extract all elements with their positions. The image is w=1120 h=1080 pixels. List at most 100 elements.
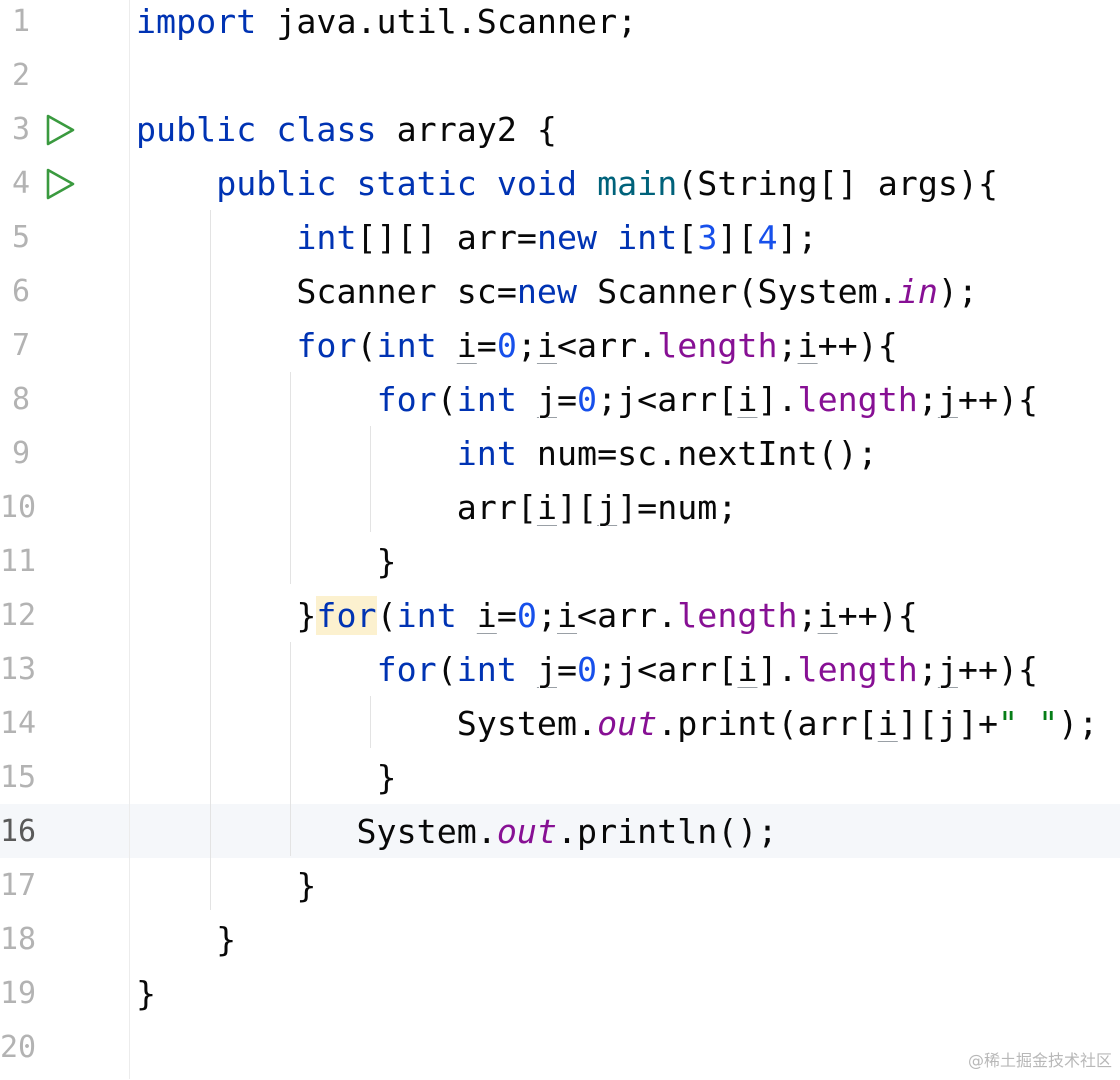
- code-line[interactable]: }: [136, 756, 397, 810]
- code-token: .println();: [556, 812, 778, 851]
- code-token: length: [677, 596, 798, 635]
- code-token: in: [897, 272, 938, 311]
- code-token: 4: [757, 218, 778, 257]
- line-number: 19: [0, 976, 37, 1011]
- code-token: static: [356, 164, 477, 203]
- code-token: i: [456, 326, 477, 365]
- code-line[interactable]: Scanner sc=new Scanner(System.in);: [136, 270, 978, 324]
- code-token: length: [657, 326, 778, 365]
- code-token: ;: [597, 380, 618, 419]
- line-number: 13: [0, 652, 37, 687]
- code-token: [][] arr=: [356, 218, 537, 257]
- line-number: 16: [0, 814, 37, 849]
- code-token: public: [216, 164, 337, 203]
- code-token: (: [436, 650, 457, 689]
- code-token: 3: [697, 218, 718, 257]
- watermark: @稀土掘金技术社区: [967, 1051, 1112, 1070]
- code-token: ]=num;: [617, 488, 738, 527]
- code-token: (: [376, 596, 397, 635]
- code-token: new: [536, 218, 598, 257]
- line-number: 9: [11, 436, 30, 471]
- code-token: Scanner sc=: [136, 272, 517, 311]
- code-token: }: [136, 596, 317, 635]
- code-token: public: [136, 110, 257, 149]
- code-token: length: [797, 380, 918, 419]
- code-token: int: [617, 218, 678, 257]
- code-token: java.util.Scanner;: [256, 2, 638, 41]
- code-token: num=sc.nextInt();: [516, 434, 878, 473]
- code-line[interactable]: for(int j=0;j<arr[i].length;j++){: [136, 648, 1039, 702]
- code-editor[interactable]: 1 2 3 4 5 6 7 8 9 10 11 12 13 14 15 16 17 18 19 20 import j…: [0, 0, 1120, 1079]
- code-token: =: [556, 380, 578, 419]
- code-token: " ": [998, 704, 1059, 743]
- code-line[interactable]: }: [136, 972, 156, 1026]
- code-line[interactable]: int num=sc.nextInt();: [136, 432, 878, 486]
- code-token: Scanner(System.: [577, 272, 898, 311]
- line-number: 2: [11, 58, 30, 93]
- code-token: j: [597, 488, 618, 527]
- code-token: import: [136, 2, 257, 41]
- code-token: j: [617, 650, 638, 689]
- code-token: =: [556, 650, 578, 689]
- code-token: ;: [797, 596, 818, 635]
- code-token: int: [296, 218, 357, 257]
- code-token: main: [597, 164, 678, 203]
- gutter-separator: [129, 0, 130, 1079]
- code-line[interactable]: for(int j=0;j<arr[i].length;j++){: [136, 378, 1039, 432]
- code-token: int: [456, 650, 517, 689]
- code-token: ;: [917, 380, 938, 419]
- code-line[interactable]: for(int i=0;i<arr.length;i++){: [136, 324, 897, 378]
- code-token: for: [376, 380, 437, 419]
- code-token: i: [556, 596, 578, 635]
- code-line[interactable]: }: [136, 540, 397, 594]
- line-number: 3: [11, 112, 30, 147]
- code-token: ][j]+: [897, 704, 999, 743]
- code-token: ].: [757, 380, 798, 419]
- code-token: i: [797, 326, 818, 365]
- code-token: <arr.: [577, 596, 678, 635]
- code-token: int: [396, 596, 457, 635]
- code-line[interactable]: int[][] arr=new int[3][4];: [136, 216, 818, 270]
- line-number: 15: [0, 760, 37, 795]
- code-token: 0: [577, 650, 598, 689]
- code-token: ];: [777, 218, 818, 257]
- code-line[interactable]: }: [136, 864, 316, 918]
- code-line[interactable]: arr[i][j]=num;: [136, 486, 738, 540]
- line-number: 6: [11, 274, 30, 309]
- code-token: System.: [136, 812, 497, 851]
- code-token: class: [276, 110, 377, 149]
- code-token: new: [516, 272, 578, 311]
- code-line[interactable]: public class array2 {: [136, 108, 557, 162]
- code-token: );: [937, 272, 978, 311]
- code-token: i: [476, 596, 497, 635]
- run-triangle-icon[interactable]: [44, 168, 76, 200]
- run-triangle-icon[interactable]: [44, 114, 76, 146]
- code-token: int: [456, 380, 517, 419]
- code-token: for: [296, 326, 357, 365]
- code-token: int: [376, 326, 437, 365]
- code-token: (: [356, 326, 377, 365]
- code-token: <arr.: [556, 326, 658, 365]
- code-token: out: [496, 812, 557, 851]
- code-line[interactable]: import java.util.Scanner;: [136, 0, 637, 54]
- code-line[interactable]: }: [136, 918, 236, 972]
- code-line[interactable]: System.out.println();: [136, 810, 778, 864]
- line-number: 18: [0, 922, 37, 957]
- code-token: 0: [577, 380, 598, 419]
- code-line[interactable]: System.out.print(arr[i][j]+" ");: [136, 702, 1099, 756]
- code-token: }: [136, 758, 397, 797]
- code-line[interactable]: public static void main(String[] args){: [136, 162, 998, 216]
- code-token: <arr[: [637, 650, 738, 689]
- line-number: 14: [0, 706, 37, 741]
- code-line[interactable]: }for(int i=0;i<arr.length;i++){: [136, 594, 918, 648]
- code-token: ][: [717, 218, 758, 257]
- code-token: j: [937, 380, 958, 419]
